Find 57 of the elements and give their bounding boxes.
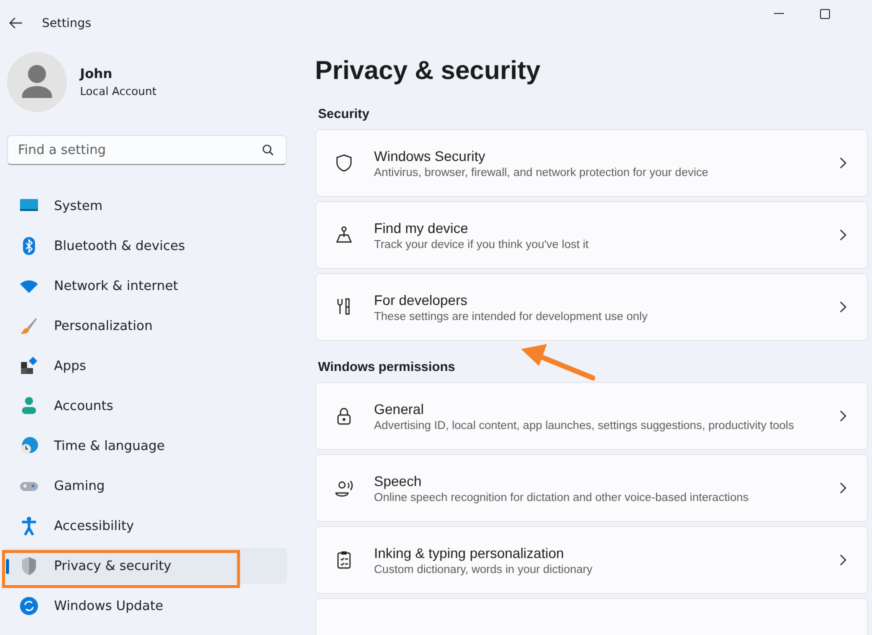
avatar-icon <box>7 52 67 112</box>
section-heading: Windows permissions <box>318 359 456 374</box>
card-title: For developers <box>374 292 468 308</box>
card-description: Track your device if you think you've lost it <box>374 238 590 250</box>
brush-icon <box>19 316 39 336</box>
chevron-icon <box>839 554 847 566</box>
globe-clock-icon <box>19 436 39 456</box>
apps-icon <box>19 356 39 376</box>
user-name: John <box>80 66 114 82</box>
chevron-icon <box>839 229 847 241</box>
section-heading: Security <box>318 106 370 121</box>
sidebar-item[interactable]: Accounts <box>3 388 287 424</box>
back-icon[interactable] <box>9 16 23 28</box>
settings-card[interactable]: Find my device Track your device if you think you've lost it <box>315 201 868 269</box>
settings-card[interactable]: For developers These settings are intended for development use only <box>315 273 868 341</box>
search-field[interactable]: Find a setting <box>7 135 287 165</box>
sidebar-item[interactable]: Apps <box>3 348 287 384</box>
card-title: Inking & typing personalization <box>374 544 565 560</box>
card-description: Advertising ID, local content, app launches, settings suggestions, productivity tools <box>374 420 795 432</box>
chevron-icon <box>839 157 847 169</box>
sidebar-item[interactable]: Bluetooth & devices <box>3 228 287 264</box>
window-title: Settings <box>42 16 92 30</box>
settings-card[interactable]: Inking & typing personalization Custom dictionary, words in your dictionary <box>315 526 868 594</box>
location-pin-icon <box>334 225 354 245</box>
settings-card[interactable]: Speech Online speech recognition for dictation and other voice-based interactions <box>315 454 868 522</box>
page-title: Privacy & security <box>315 55 542 86</box>
card-title: Speech <box>374 472 422 488</box>
card-title: Find my device <box>374 220 470 236</box>
sidebar-item[interactable]: Accessibility <box>3 508 287 544</box>
sidebar-item[interactable]: Time & language <box>3 428 287 464</box>
accessibility-icon <box>19 516 39 536</box>
sidebar-item[interactable]: Privacy & security <box>3 548 287 584</box>
minimize-icon[interactable] <box>774 12 784 14</box>
card-description: Online speech recognition for dictation and other voice-based interactions <box>374 492 750 504</box>
person-icon <box>19 396 39 416</box>
chevron-icon <box>839 301 847 313</box>
card-description: Antivirus, browser, firewall, and network protection for your device <box>374 166 710 178</box>
card-title: Windows Security <box>374 148 486 164</box>
search-icon <box>262 144 274 156</box>
sidebar-item[interactable]: Gaming <box>3 468 287 504</box>
maximize-icon[interactable] <box>820 8 830 18</box>
sidebar-item[interactable]: System <box>3 188 287 224</box>
sidebar-item[interactable]: Personalization <box>3 308 287 344</box>
sidebar-item[interactable]: Network & internet <box>3 268 287 304</box>
card-title: General <box>374 400 425 416</box>
sync-icon <box>19 596 39 616</box>
shield-icon <box>19 556 39 576</box>
card-description: These settings are intended for development use only <box>374 310 649 322</box>
settings-card[interactable]: General Advertising ID, local content, app launches, settings suggestions, productivity tools <box>315 382 868 450</box>
speech-icon <box>334 478 354 498</box>
settings-card[interactable]: Windows Security Antivirus, browser, firewall, and network protection for your device <box>315 129 868 197</box>
shield-icon <box>334 153 354 173</box>
chevron-icon <box>839 410 847 422</box>
sidebar-item[interactable]: Windows Update <box>3 588 287 624</box>
account-type: Local Account <box>80 84 156 98</box>
card-description: Custom dictionary, words in your dictionary <box>374 564 594 576</box>
chevron-icon <box>839 482 847 494</box>
